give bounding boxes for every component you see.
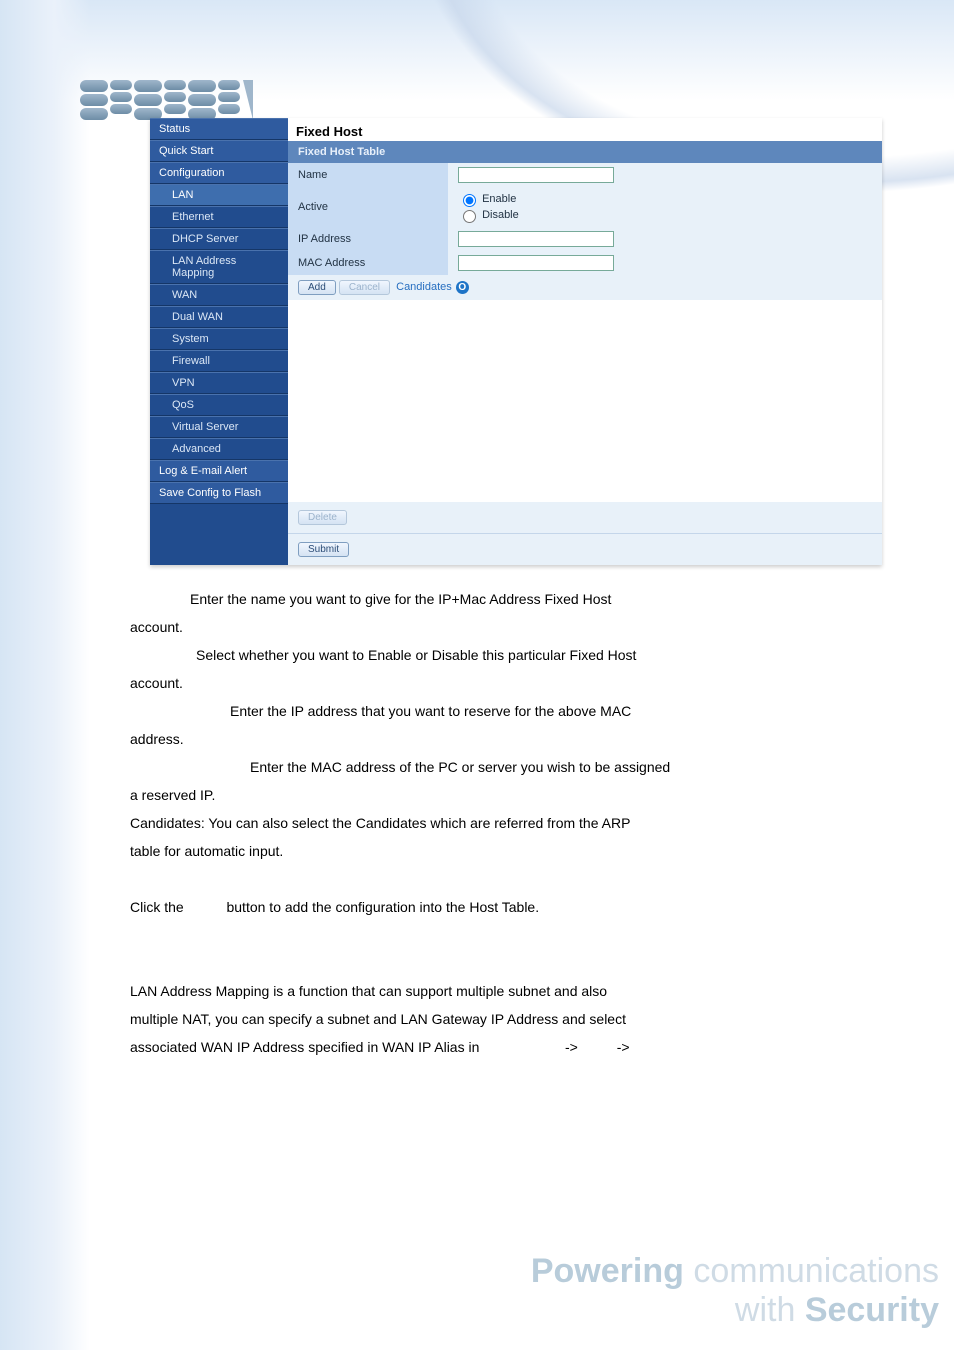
nav-firewall[interactable]: Firewall [150,350,288,372]
nav-vpn[interactable]: VPN [150,372,288,394]
panel-title: Fixed Host [288,118,882,141]
doc-lanmap-line2: multiple NAT, you can specify a subnet a… [130,1011,626,1027]
nav-status[interactable]: Status [150,118,288,140]
nav-advanced[interactable]: Advanced [150,438,288,460]
document-text: Enter the name you want to give for the … [130,585,870,1061]
nav-lan[interactable]: LAN [150,184,288,206]
doc-mac-line1: Enter the MAC address of the PC or serve… [250,759,670,775]
name-input[interactable] [458,167,614,183]
doc-cand-line2: table for automatic input. [130,843,283,859]
row-name-label: Name [288,163,448,187]
doc-active-line2: account. [130,675,183,691]
candidates-icon[interactable]: O [456,281,469,294]
router-content: Fixed Host Fixed Host Table Name Active … [288,118,882,565]
doc-mac-line2: a reserved IP. [130,787,215,803]
page-left-stripe [0,0,90,1350]
row-ip-label: IP Address [288,227,448,251]
router-admin-screenshot: Status Quick Start Configuration LAN Eth… [150,118,882,565]
nav-lan-mapping[interactable]: LAN Address Mapping [150,250,288,284]
radio-enable[interactable] [463,194,476,207]
doc-click-line-b: button to add the configuration into the… [226,899,539,915]
host-list-empty-area [298,300,872,502]
tag-word-powering: Powering [531,1252,684,1290]
nav-vserver[interactable]: Virtual Server [150,416,288,438]
radio-enable-label: Enable [482,193,516,205]
doc-lanmap-line1: LAN Address Mapping is a function that c… [130,983,607,999]
nav-qos[interactable]: QoS [150,394,288,416]
submit-button[interactable]: Submit [298,542,349,557]
doc-name-line1: Enter the name you want to give for the … [190,591,611,607]
doc-ip-line1: Enter the IP address that you want to re… [230,703,631,719]
doc-ip-line2: address. [130,731,184,747]
radio-disable-label: Disable [482,209,519,221]
radio-enable-wrap[interactable]: Enable [458,193,516,205]
doc-arrow-2: -> [617,1039,630,1055]
radio-disable-wrap[interactable]: Disable [458,209,519,221]
ip-input[interactable] [458,231,614,247]
brand-logo [80,80,253,122]
nav-wan[interactable]: WAN [150,284,288,306]
nav-save-config[interactable]: Save Config to Flash [150,482,288,504]
doc-click-line-a: Click the [130,899,184,915]
tag-word-communications: communications [693,1252,939,1290]
nav-dual-wan[interactable]: Dual WAN [150,306,288,328]
nav-quick-start[interactable]: Quick Start [150,140,288,162]
candidates-link[interactable]: Candidates [396,281,452,293]
table-header: Fixed Host Table [288,141,882,163]
mac-input[interactable] [458,255,614,271]
doc-arrow-1: -> [565,1039,578,1055]
nav-ethernet[interactable]: Ethernet [150,206,288,228]
doc-active-line1: Select whether you want to Enable or Dis… [196,647,636,663]
nav-system[interactable]: System [150,328,288,350]
radio-disable[interactable] [463,210,476,223]
router-sidebar: Status Quick Start Configuration LAN Eth… [150,118,288,565]
doc-cand-line1: Candidates: You can also select the Cand… [130,815,630,831]
nav-configuration[interactable]: Configuration [150,162,288,184]
nav-dhcp[interactable]: DHCP Server [150,228,288,250]
doc-name-line2: account. [130,619,183,635]
doc-lanmap-line3a: associated WAN IP Address specified in W… [130,1039,479,1055]
row-mac-label: MAC Address [288,251,448,275]
tag-word-security: Security [805,1291,939,1329]
cancel-button[interactable]: Cancel [339,280,390,295]
fixed-host-table: Fixed Host Table Name Active Enable Disa… [288,141,882,565]
footer-tagline: Powering communications with Security [531,1252,939,1330]
row-active-label: Active [288,187,448,227]
nav-log-alert[interactable]: Log & E-mail Alert [150,460,288,482]
add-button[interactable]: Add [298,280,336,295]
tag-word-with: with [735,1291,795,1329]
delete-button[interactable]: Delete [298,510,347,525]
